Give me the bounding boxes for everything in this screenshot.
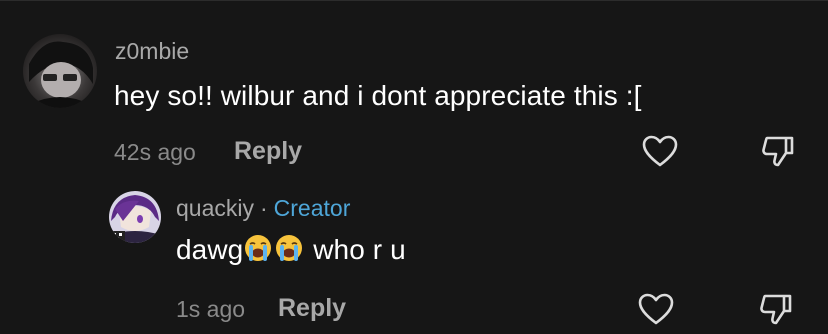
separator-dot: · bbox=[259, 195, 268, 221]
comment-text-suffix: who r u bbox=[305, 234, 406, 265]
comment-text-prefix: dawg bbox=[176, 234, 244, 265]
dislike-icon[interactable] bbox=[759, 134, 797, 168]
comment-text: dawg who r u bbox=[176, 233, 406, 266]
comment-username[interactable]: quackiy · Creator bbox=[176, 195, 350, 222]
comment-username[interactable]: z0mbie bbox=[115, 38, 189, 65]
creator-badge: Creator bbox=[273, 195, 351, 221]
dislike-icon[interactable] bbox=[757, 292, 795, 326]
reply-button[interactable]: Reply bbox=[278, 294, 346, 323]
top-divider bbox=[0, 0, 828, 1]
username-label[interactable]: quackiy bbox=[176, 195, 254, 221]
comment-timestamp: 42s ago bbox=[114, 139, 196, 165]
crying-face-icon bbox=[274, 233, 304, 263]
avatar[interactable] bbox=[109, 191, 161, 243]
reply-button[interactable]: Reply bbox=[234, 137, 302, 166]
avatar[interactable] bbox=[23, 34, 97, 108]
heart-icon[interactable] bbox=[637, 292, 675, 326]
comment-timestamp: 1s ago bbox=[176, 296, 246, 322]
crying-face-icon bbox=[243, 233, 273, 263]
comment-text: hey so!! wilbur and i dont appreciate th… bbox=[114, 80, 642, 111]
heart-icon[interactable] bbox=[641, 134, 679, 168]
